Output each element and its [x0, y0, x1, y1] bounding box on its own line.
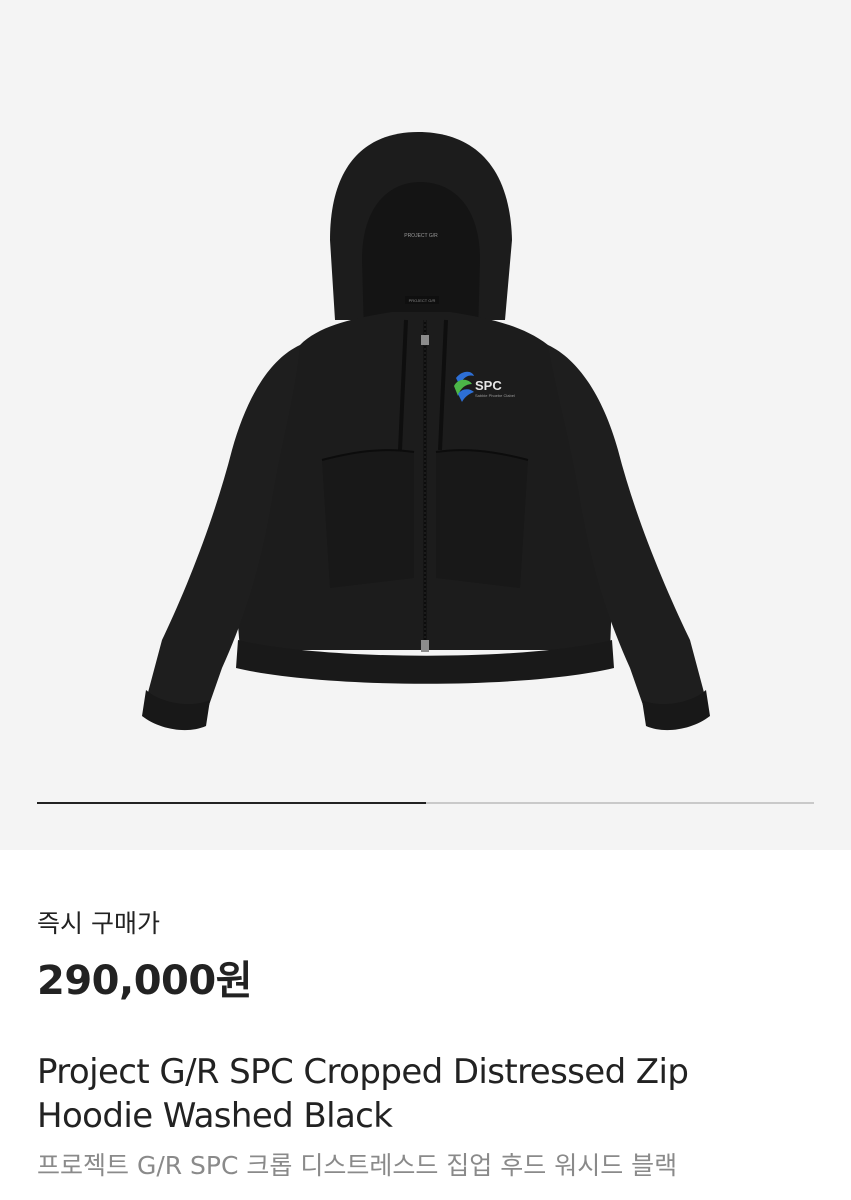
carousel-indicator-fill — [37, 802, 426, 804]
carousel-indicator — [37, 802, 814, 804]
product-name-ko: 프로젝트 G/R SPC 크롭 디스트레스드 집업 후드 워시드 블랙 — [37, 1151, 678, 1180]
logo-subtext: Sabbie Phoebe Clabel — [475, 393, 515, 398]
hood-tag-text: PROJECT G/R — [404, 233, 438, 239]
product-name-en[interactable]: Project G/R SPC Cropped Distressed Zip H… — [37, 1050, 814, 1138]
price-label: 즉시 구매가 — [37, 909, 160, 938]
logo-text: SPC — [475, 378, 502, 393]
product-image: PROJECT G/R PROJECT G/R SPC Sabbie Phoeb… — [142, 132, 710, 731]
product-image-carousel[interactable]: PROJECT G/R PROJECT G/R SPC Sabbie Phoeb… — [0, 0, 851, 850]
price-value: 290,000원 — [37, 958, 253, 1004]
neck-label-text: PROJECT G/R — [409, 298, 436, 303]
